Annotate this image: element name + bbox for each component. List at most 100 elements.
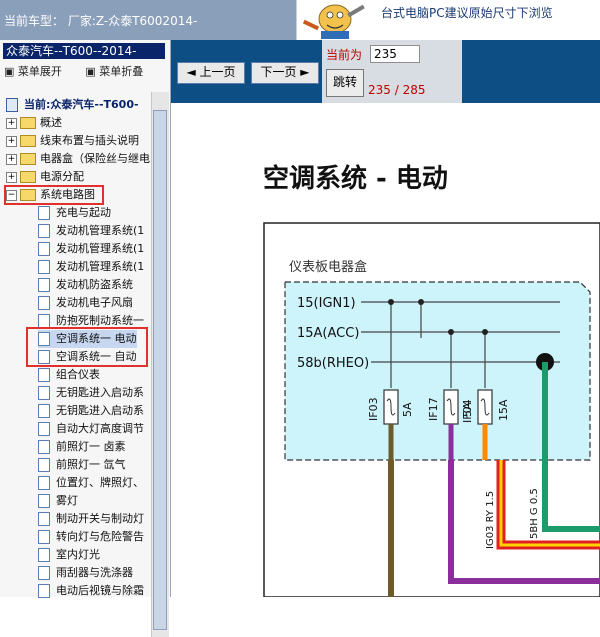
sidebar-title: 众泰汽车--T600--2014- [3,43,165,59]
tree-child-label: 前照灯一 氙气 [56,458,126,471]
expand-plus-icon[interactable]: + [6,171,17,183]
document-icon [38,404,50,418]
current-page-label: 当前为 [326,48,363,62]
document-icon [38,584,50,598]
expand-plus-icon[interactable]: + [6,135,17,147]
tree-item-label: 电器盒（保险丝与继电 [40,152,150,165]
tree-child-label: 位置灯、牌照灯、 [56,476,144,489]
tree-child-label: 发动机防盗系统 [56,278,133,291]
bus-label-acc: 15A(ACC) [297,326,359,341]
tree-child-label: 无钥匙进入启动系 [56,386,144,399]
sidebar-scrollbar[interactable] [151,92,169,637]
next-page-label: 下一页 [260,65,297,79]
tree-child[interactable]: 无钥匙进入启动系 [38,402,144,420]
document-icon [38,314,50,328]
banner-text: 台式电脑PC建议原始尺寸下浏览 [381,6,553,20]
tree-item-fusebox[interactable]: + 电器盒（保险丝与继电 [6,150,150,168]
next-page-button[interactable]: 下一页 ► [251,62,319,84]
tree-child-label: 发动机管理系统(1 [56,242,145,255]
current-vehicle-label: 当前车型： 厂家:Z-众泰T6002014- [4,14,198,28]
page-number-input[interactable] [370,45,420,63]
fuse-label-if17: IF17 [427,397,440,421]
fuse-label-if03: IF03 [367,397,380,421]
tree-child[interactable]: 室内灯光 [38,546,100,564]
fuse-label-if04: IF04 [461,399,474,423]
tree-child[interactable]: 充电与起动 [38,204,111,222]
tree-child[interactable]: 自动大灯高度调节 [38,420,144,438]
tree-child[interactable]: 位置灯、牌照灯、 [38,474,144,492]
tree-child[interactable]: 前照灯一 氙气 [38,456,126,474]
fuse-rating-if03: 5A [401,402,414,417]
tree-child-label: 发动机管理系统(1 [56,260,145,273]
tree-child-label: 充电与起动 [56,206,111,219]
document-icon [38,440,50,454]
tree-child-label: 发动机管理系统(1 [56,224,145,237]
tree-item-power[interactable]: + 电源分配 [6,168,84,186]
tree-child[interactable]: 发动机管理系统(1 [38,258,144,276]
tree-child-label: 转向灯与危险警告 [56,530,144,543]
wiring-diagram: 仪表板电器盒 15(IGN1) 15A(ACC) 58b(RHEO) IF03 … [263,222,600,597]
prev-page-button[interactable]: ◄ 上一页 [177,62,245,84]
folder-icon [20,171,36,183]
wire-red-outline [496,460,600,550]
junction-dot [482,329,488,335]
tree-child[interactable]: 无钥匙进入启动系 [38,384,144,402]
document-icon [38,386,50,400]
tree-child-label: 雨刮器与洗涤器 [56,566,133,579]
document-icon [38,458,50,472]
folder-icon [20,153,36,165]
prev-page-label: 上一页 [199,65,236,79]
document-icon [38,548,50,562]
tree-child-label: 制动开关与制动灯 [56,512,144,525]
tree-root[interactable]: 当前:众泰汽车--T600- [6,96,139,114]
wire-label-ig03: IG03 RY 1.5 [485,491,496,549]
banner: 台式电脑PC建议原始尺寸下浏览 [296,0,600,40]
content-area: 空调系统 - 电动 仪表板电器盒 15(IGN1) 15A(ACC) 58b(R… [171,103,600,597]
tree-child[interactable]: 组合仪表 [38,366,100,384]
junction-dot [388,299,394,305]
document-icon [38,224,50,238]
expand-plus-icon[interactable]: + [6,117,17,129]
tree-root-label: 当前:众泰汽车--T600- [24,98,139,111]
document-icon [38,530,50,544]
tree-child[interactable]: 发动机电子风扇 [38,294,133,312]
tree-child[interactable]: 发动机防盗系统 [38,276,133,294]
junction-dot [418,299,424,305]
tree-item-label: 线束布置与插头说明 [40,134,139,147]
scrollbar-thumb[interactable] [153,110,167,630]
document-icon [38,566,50,580]
document-icon [38,368,50,382]
tree-child-label: 防抱死制动系统一 [56,314,144,327]
tree-child-label: 无钥匙进入启动系 [56,404,144,417]
tree-child-label: 前照灯一 卤素 [56,440,126,453]
menu-expand-button[interactable]: ▣ 菜单展开 [4,65,72,78]
document-icon [38,476,50,490]
document-icon [38,206,50,220]
tree-child[interactable]: 雨刮器与洗涤器 [38,564,133,582]
tree-item-label: 电源分配 [40,170,84,183]
vehicle-icon [6,98,18,112]
tree-child[interactable]: 前照灯一 卤素 [38,438,126,456]
jump-button[interactable]: 跳转 [326,69,364,97]
tree-child[interactable]: 发动机管理系统(1 [38,222,144,240]
tree-item-harness[interactable]: + 线束布置与插头说明 [6,132,139,150]
tree-child[interactable]: 电动后视镜与除霜 [38,582,144,600]
folder-icon [20,117,36,129]
tree-item-overview[interactable]: + 概述 [6,114,62,132]
wire-purple [448,460,600,584]
document-icon [38,296,50,310]
tree-child[interactable]: 发动机管理系统(1 [38,240,144,258]
document-icon [38,242,50,256]
tree-child[interactable]: 制动开关与制动灯 [38,510,144,528]
tree-child[interactable]: 雾灯 [38,492,78,510]
junction-dot [448,329,454,335]
wire-label-5bh: 5BH G 0.5 [529,488,540,539]
expand-plus-icon[interactable]: + [6,153,17,165]
menu-collapse-button[interactable]: ▣ 菜单折叠 [85,65,153,78]
tree-item-label: 概述 [40,116,62,129]
bus-label-rheo: 58b(RHEO) [297,356,369,371]
tree-child[interactable]: 转向灯与危险警告 [38,528,144,546]
menu-expand-label: 菜单展开 [17,65,62,78]
page-jump-panel: 当前为 跳转 235 / 285 [322,40,462,103]
tree-child-label: 室内灯光 [56,548,100,561]
